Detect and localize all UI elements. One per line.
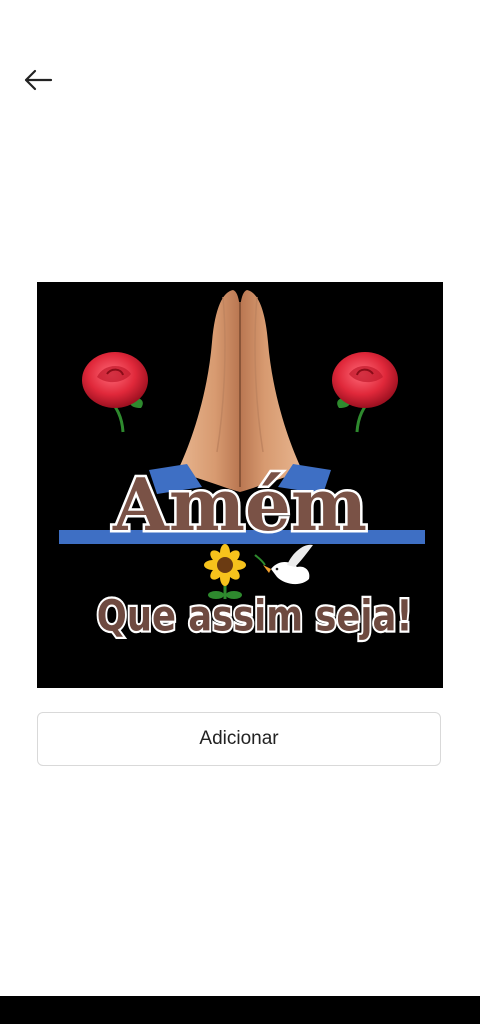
rose-icon [332, 352, 398, 433]
sticker-title: Amém [59, 460, 425, 550]
arrow-left-icon [24, 69, 53, 91]
dove-icon [254, 544, 313, 585]
add-button[interactable]: Adicionar [37, 712, 441, 766]
sticker-image: Amém Que assim seja! [37, 282, 443, 688]
sticker-subtitle: Que assim seja! [97, 592, 413, 641]
svg-text:Amém: Amém [112, 462, 367, 547]
rose-icon [82, 352, 148, 433]
sunflower-icon [204, 544, 246, 599]
sticker-preview-screen: Amém Que assim seja! Adicionar [0, 0, 480, 1024]
back-button[interactable] [18, 60, 58, 100]
system-navigation-bar [0, 996, 480, 1024]
